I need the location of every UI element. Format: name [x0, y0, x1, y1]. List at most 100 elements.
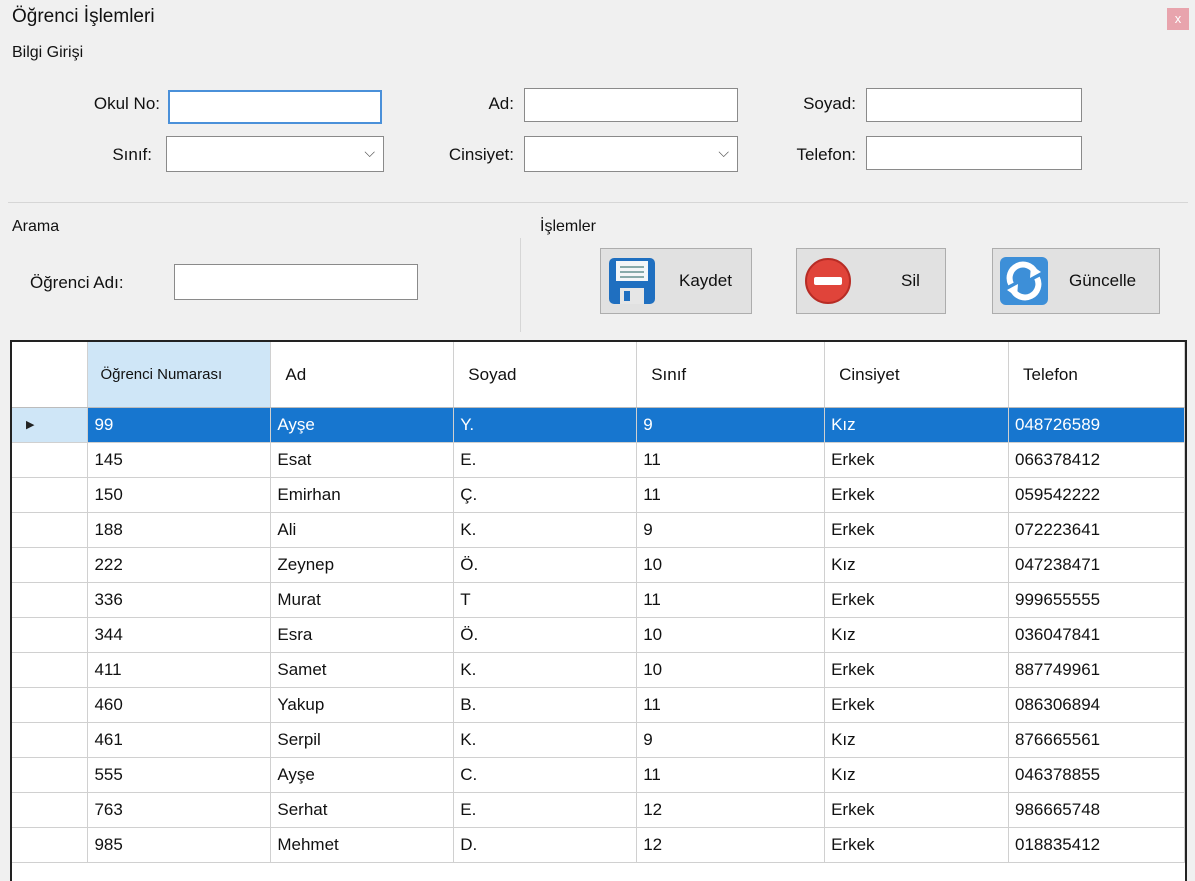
cell-numara[interactable]: 150	[87, 477, 272, 513]
cell-numara[interactable]: 985	[87, 827, 272, 863]
telefon-field[interactable]	[866, 136, 1082, 170]
cell-ad[interactable]: Ayşe	[270, 407, 455, 443]
cell-ad[interactable]: Ayşe	[270, 757, 455, 793]
column-header-sinif[interactable]: Sınıf	[636, 342, 826, 408]
cell-soyad[interactable]: K.	[453, 652, 638, 688]
cell-numara[interactable]: 763	[87, 792, 272, 828]
cell-telefon[interactable]: 036047841	[1008, 617, 1185, 653]
row-header[interactable]	[12, 687, 89, 723]
row-header[interactable]	[12, 512, 89, 548]
cell-cinsiyet[interactable]: Kız	[824, 407, 1010, 443]
cell-cinsiyet[interactable]: Erkek	[824, 687, 1010, 723]
cell-cinsiyet[interactable]: Kız	[824, 722, 1010, 758]
cell-cinsiyet[interactable]: Kız	[824, 547, 1010, 583]
cell-numara[interactable]: 460	[87, 687, 272, 723]
cell-sinif[interactable]: 9	[636, 407, 826, 443]
cinsiyet-combobox[interactable]: ⌵	[524, 136, 738, 172]
cell-sinif[interactable]: 11	[636, 757, 826, 793]
cell-ad[interactable]: Mehmet	[270, 827, 455, 863]
column-header-cinsiyet[interactable]: Cinsiyet	[824, 342, 1010, 408]
cell-numara[interactable]: 188	[87, 512, 272, 548]
cell-telefon[interactable]: 999655555	[1008, 582, 1185, 618]
row-header[interactable]	[12, 442, 89, 478]
sinif-combobox[interactable]: ⌵	[166, 136, 384, 172]
cell-soyad[interactable]: K.	[453, 722, 638, 758]
ad-field[interactable]	[524, 88, 738, 122]
cell-numara[interactable]: 461	[87, 722, 272, 758]
cell-sinif[interactable]: 9	[636, 512, 826, 548]
row-header[interactable]	[12, 757, 89, 793]
row-header[interactable]: ▶	[12, 407, 89, 443]
table-row[interactable]: 460 Yakup B. 11 Erkek 086306894	[12, 687, 1185, 723]
table-row[interactable]: 336 Murat T 11 Erkek 999655555	[12, 582, 1185, 618]
cell-soyad[interactable]: Ö.	[453, 547, 638, 583]
cell-sinif[interactable]: 10	[636, 617, 826, 653]
cell-soyad[interactable]: K.	[453, 512, 638, 548]
cell-soyad[interactable]: D.	[453, 827, 638, 863]
cell-ad[interactable]: Samet	[270, 652, 455, 688]
row-header[interactable]	[12, 617, 89, 653]
cell-sinif[interactable]: 10	[636, 547, 826, 583]
guncelle-button[interactable]: Güncelle	[992, 248, 1160, 314]
table-row[interactable]: 763 Serhat E. 12 Erkek 986665748	[12, 792, 1185, 828]
row-header[interactable]	[12, 547, 89, 583]
column-header-ogrenci-numarasi[interactable]: Öğrenci Numarası	[87, 342, 272, 408]
soyad-field[interactable]	[866, 88, 1082, 122]
cell-telefon[interactable]: 046378855	[1008, 757, 1185, 793]
cell-soyad[interactable]: E.	[453, 442, 638, 478]
kaydet-button[interactable]: Kaydet	[600, 248, 752, 314]
cell-sinif[interactable]: 12	[636, 792, 826, 828]
cell-numara[interactable]: 555	[87, 757, 272, 793]
cell-cinsiyet[interactable]: Erkek	[824, 582, 1010, 618]
cell-ad[interactable]: Zeynep	[270, 547, 455, 583]
cell-numara[interactable]: 222	[87, 547, 272, 583]
table-row[interactable]: 411 Samet K. 10 Erkek 887749961	[12, 652, 1185, 688]
cell-cinsiyet[interactable]: Erkek	[824, 792, 1010, 828]
cell-numara[interactable]: 344	[87, 617, 272, 653]
row-header[interactable]	[12, 827, 89, 863]
cell-cinsiyet[interactable]: Erkek	[824, 477, 1010, 513]
cell-telefon[interactable]: 876665561	[1008, 722, 1185, 758]
cell-cinsiyet[interactable]: Kız	[824, 617, 1010, 653]
cell-sinif[interactable]: 11	[636, 687, 826, 723]
cell-telefon[interactable]: 059542222	[1008, 477, 1185, 513]
row-header[interactable]	[12, 652, 89, 688]
ogrenci-adi-search-field[interactable]	[174, 264, 418, 300]
cell-numara[interactable]: 145	[87, 442, 272, 478]
cell-soyad[interactable]: C.	[453, 757, 638, 793]
table-row[interactable]: ▶ 99 Ayşe Y. 9 Kız 048726589	[12, 407, 1185, 443]
cell-telefon[interactable]: 048726589	[1008, 407, 1185, 443]
cell-numara[interactable]: 411	[87, 652, 272, 688]
cell-numara[interactable]: 336	[87, 582, 272, 618]
cell-telefon[interactable]: 047238471	[1008, 547, 1185, 583]
row-header[interactable]	[12, 582, 89, 618]
table-row[interactable]: 222 Zeynep Ö. 10 Kız 047238471	[12, 547, 1185, 583]
table-row[interactable]: 344 Esra Ö. 10 Kız 036047841	[12, 617, 1185, 653]
cell-ad[interactable]: Serpil	[270, 722, 455, 758]
cell-telefon[interactable]: 066378412	[1008, 442, 1185, 478]
cell-soyad[interactable]: E.	[453, 792, 638, 828]
cell-soyad[interactable]: Ö.	[453, 617, 638, 653]
cell-sinif[interactable]: 11	[636, 477, 826, 513]
cell-telefon[interactable]: 072223641	[1008, 512, 1185, 548]
cell-sinif[interactable]: 12	[636, 827, 826, 863]
cell-ad[interactable]: Yakup	[270, 687, 455, 723]
table-row[interactable]: 145 Esat E. 11 Erkek 066378412	[12, 442, 1185, 478]
column-header-telefon[interactable]: Telefon	[1008, 342, 1185, 408]
cell-telefon[interactable]: 887749961	[1008, 652, 1185, 688]
cell-ad[interactable]: Esat	[270, 442, 455, 478]
cell-cinsiyet[interactable]: Kız	[824, 757, 1010, 793]
okul-no-field[interactable]	[168, 90, 382, 124]
cell-sinif[interactable]: 11	[636, 442, 826, 478]
cell-sinif[interactable]: 9	[636, 722, 826, 758]
cell-telefon[interactable]: 086306894	[1008, 687, 1185, 723]
cell-ad[interactable]: Serhat	[270, 792, 455, 828]
cell-cinsiyet[interactable]: Erkek	[824, 827, 1010, 863]
sil-button[interactable]: Sil	[796, 248, 946, 314]
cell-telefon[interactable]: 986665748	[1008, 792, 1185, 828]
column-header-soyad[interactable]: Soyad	[453, 342, 638, 408]
row-header[interactable]	[12, 477, 89, 513]
close-button[interactable]: x	[1167, 8, 1189, 30]
cell-ad[interactable]: Murat	[270, 582, 455, 618]
table-row[interactable]: 555 Ayşe C. 11 Kız 046378855	[12, 757, 1185, 793]
